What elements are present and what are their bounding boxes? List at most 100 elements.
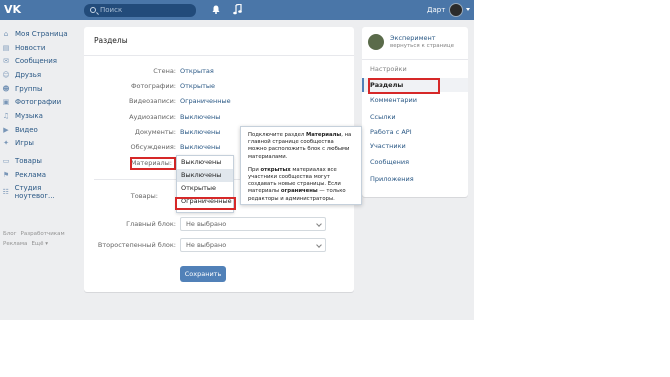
dropdown-current[interactable]: Выключены (177, 156, 233, 169)
nav-label: Реклама (15, 170, 47, 179)
goods-icon: ▭ (2, 157, 10, 166)
nav-item-goods[interactable]: ▭ Товары (2, 154, 80, 168)
videos-value-link[interactable]: Ограниченные (180, 97, 231, 105)
documents-value-link[interactable]: Выключены (180, 128, 220, 136)
footer-link-developers[interactable]: Разработчикам (21, 231, 65, 237)
tooltip-bold: Материалы (305, 132, 342, 138)
chevron-down-icon (316, 221, 322, 227)
community-name[interactable]: Эксперимент (390, 34, 436, 42)
nav-item-community[interactable]: ☷ Студия ноутевог... (2, 184, 80, 201)
menu-item-members[interactable]: Участники (370, 142, 406, 150)
photos-value-link[interactable]: Открытые (180, 82, 215, 90)
nav-item-friends[interactable]: ☺ Друзья (2, 68, 80, 82)
restricted-highlight (175, 197, 236, 210)
materials-tooltip: Подключите раздел Материалы, на главной … (240, 126, 362, 205)
groups-icon: ☻ (2, 84, 10, 93)
save-button[interactable]: Сохранить (180, 266, 226, 282)
games-icon: ✦ (3, 139, 9, 148)
divider (84, 55, 354, 56)
nav-label: Товары (15, 157, 42, 166)
community-menu: Эксперимент вернуться к странице Настрой… (362, 27, 468, 197)
nav-item-games[interactable]: ✦ Игры (2, 137, 80, 151)
tooltip-text: Подключите раздел (248, 132, 306, 138)
audio-label: Аудиозаписи: (129, 113, 176, 121)
tooltip-bold: открытых (260, 166, 291, 173)
dropdown-option-disabled[interactable]: Выключены (177, 169, 233, 182)
nav-item-messages[interactable]: ✉ Сообщения (2, 54, 80, 68)
photo-icon: ▣ (2, 98, 10, 107)
vk-logo[interactable]: VK (4, 3, 21, 17)
divider (362, 59, 468, 60)
documents-label: Документы: (134, 128, 176, 136)
back-link[interactable]: вернуться к странице (390, 43, 454, 49)
nav-label: Видео (15, 125, 38, 134)
menu-item-links[interactable]: Ссылки (370, 113, 396, 121)
secondary-block-select[interactable]: Не выбрано (180, 238, 326, 252)
footer-link-blog[interactable]: Блог (3, 231, 17, 237)
tooltip-paragraph-1: Подключите раздел Материалы, на главной … (248, 132, 354, 161)
nav-item-photos[interactable]: ▣ Фотографии (2, 95, 80, 109)
videos-label: Видеозаписи: (128, 97, 176, 105)
nav-label: Игры (15, 139, 34, 148)
menu-item-api[interactable]: Работа с API (370, 128, 412, 136)
dropdown-option-open[interactable]: Открытые (177, 182, 233, 195)
news-icon: ▤ (2, 43, 10, 52)
nav-item-my-page[interactable]: ⌂ Моя Страница (2, 27, 80, 41)
page-title: Разделы (94, 36, 128, 45)
secondary-block-value: Не выбрано (186, 241, 227, 249)
search-icon (90, 7, 96, 13)
nav-item-ads[interactable]: ⚑ Реклама (2, 168, 80, 182)
menu-item-settings[interactable]: Настройки (370, 65, 407, 73)
main-block-label: Главный блок: (126, 220, 176, 228)
nav-item-video[interactable]: ▶ Видео (2, 123, 80, 137)
goods-label: Товары: (130, 192, 158, 200)
nav-label: Друзья (15, 70, 42, 79)
discussions-value-link[interactable]: Выключены (180, 143, 220, 151)
nav-label: Фотографии (15, 98, 62, 107)
chevron-down-icon[interactable] (466, 8, 470, 11)
menu-item-comments[interactable]: Комментарии (370, 96, 417, 104)
search-placeholder: Поиск (100, 6, 123, 14)
nav-item-news[interactable]: ▤ Новости (2, 41, 80, 55)
nav-label: Студия ноутевог... (14, 184, 55, 201)
ads-icon: ⚑ (2, 170, 10, 179)
nav-label: Группы (15, 84, 43, 93)
footer-link-more[interactable]: Ещё ▾ (31, 241, 48, 247)
wall-label: Стена: (153, 67, 176, 75)
nav-item-music[interactable]: ♫ Музыка (2, 109, 80, 123)
discussions-label: Обсуждения: (130, 143, 176, 151)
tooltip-paragraph-2: При открытых материалах все участники со… (248, 167, 354, 203)
nav-label: Сообщения (15, 57, 58, 66)
left-footer: Блог Разработчикам Реклама Ещё ▾ (3, 229, 79, 249)
nav-label: Моя Страница (15, 29, 68, 38)
photos-label: Фотографии: (130, 82, 176, 90)
top-bar: VK Поиск Дарт (0, 0, 474, 20)
message-icon: ✉ (3, 57, 9, 66)
materials-highlight (130, 157, 176, 170)
bell-icon[interactable] (212, 5, 220, 14)
nav-item-groups[interactable]: ☻ Группы (2, 82, 80, 96)
wall-value-link[interactable]: Открытая (180, 67, 214, 75)
tooltip-text: При (248, 166, 261, 173)
nav-label: Новости (15, 43, 46, 52)
search-input[interactable]: Поиск (84, 4, 196, 17)
music-note-icon[interactable] (233, 4, 242, 15)
menu-item-messages[interactable]: Сообщения (370, 158, 409, 166)
community-icon: ☷ (2, 188, 9, 197)
user-avatar[interactable] (449, 3, 463, 17)
chevron-down-icon (316, 242, 322, 248)
audio-value-link[interactable]: Выключены (180, 113, 220, 121)
main-block-select[interactable]: Не выбрано (180, 217, 326, 231)
secondary-block-label: Второстепенный блок: (97, 241, 176, 249)
community-avatar[interactable] (368, 34, 384, 50)
friends-icon: ☺ (2, 70, 10, 79)
footer-link-ads[interactable]: Реклама (3, 241, 27, 247)
menu-item-apps[interactable]: Приложения (370, 175, 414, 183)
main-block-value: Не выбрано (186, 220, 227, 228)
sections-highlight (368, 78, 440, 94)
nav-label: Музыка (15, 111, 43, 120)
user-name[interactable]: Дарт (427, 4, 445, 16)
home-icon: ⌂ (3, 29, 9, 38)
video-icon: ▶ (3, 125, 9, 134)
music-icon: ♫ (2, 111, 10, 120)
